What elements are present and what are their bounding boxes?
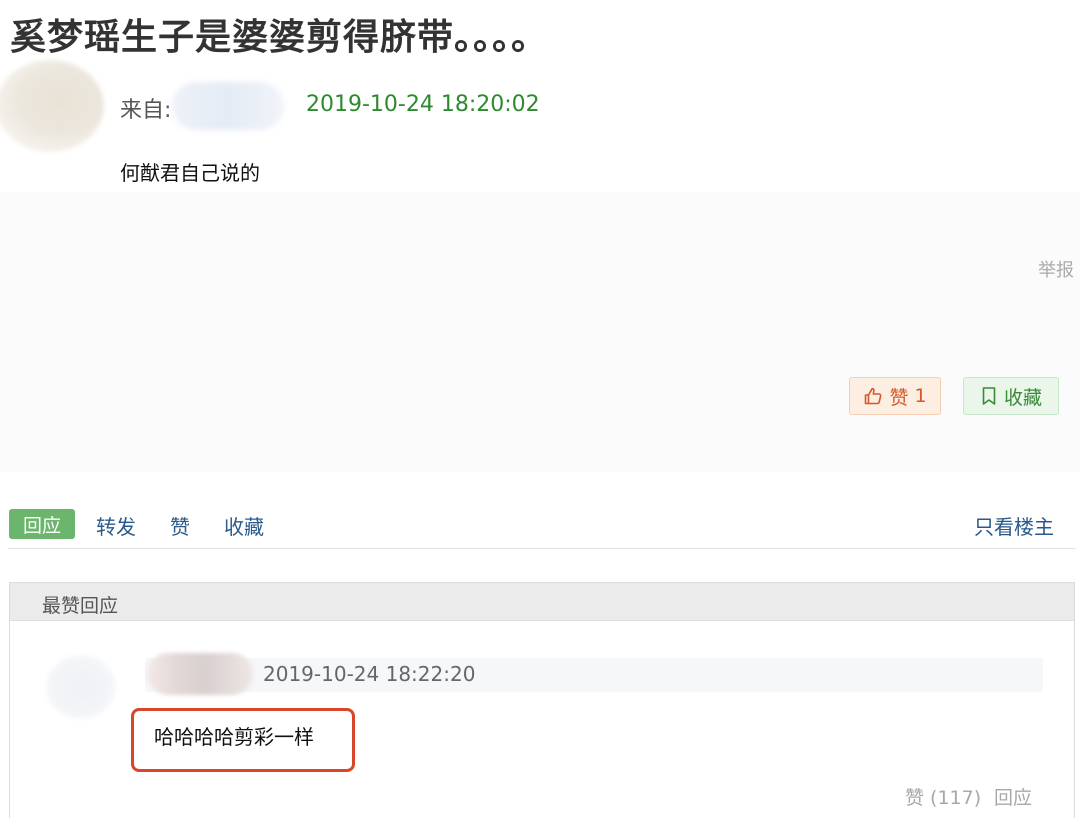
like-count: 1 [914, 385, 927, 407]
reply-timestamp: 2019-10-24 18:22:20 [263, 662, 476, 686]
avatar[interactable] [0, 60, 104, 152]
collect-link[interactable]: 收藏 [224, 511, 264, 540]
reply-highlight-box: 哈哈哈哈剪彩一样 [131, 708, 355, 772]
forward-link[interactable]: 转发 [96, 511, 136, 540]
author-name-blurred[interactable] [172, 82, 284, 130]
like-button-label: 赞 [889, 386, 909, 409]
collect-button[interactable]: 收藏 [963, 377, 1059, 415]
bookmark-icon [980, 386, 998, 406]
post-content-area [0, 192, 1080, 472]
avatar[interactable] [46, 655, 116, 719]
reply-text: 哈哈哈哈剪彩一样 [154, 725, 314, 749]
report-link[interactable]: 举报 [1038, 256, 1074, 282]
op-only-link[interactable]: 只看楼主 [974, 511, 1054, 540]
action-bar: 回应 转发 赞 收藏 只看楼主 [0, 505, 1080, 541]
reply-button[interactable]: 回应 [9, 509, 75, 539]
post-body: 何猷君自己说的 [120, 161, 260, 185]
like-link[interactable]: 赞 [170, 511, 190, 540]
top-replies-title: 最赞回应 [42, 595, 119, 617]
post-timestamp: 2019-10-24 18:20:02 [306, 92, 540, 117]
thumbs-up-icon [863, 386, 883, 406]
reply-reply-link[interactable]: 回应 [994, 783, 1032, 810]
divider [8, 548, 1076, 549]
from-label: 来自: [120, 98, 172, 123]
post-title: 奚梦瑶生子是婆婆剪得脐带。。。。 [10, 17, 549, 58]
like-button[interactable]: 赞 1 [849, 377, 941, 415]
collect-button-label: 收藏 [1003, 386, 1042, 409]
reply-author-name-blurred[interactable] [147, 653, 253, 695]
top-replies-header: 最赞回应 [10, 583, 1074, 621]
reply-like-link[interactable]: 赞 (117) [905, 783, 981, 810]
top-replies-section: 最赞回应 2019-10-24 18:22:20 哈哈哈哈剪彩一样 赞 (117… [9, 582, 1075, 818]
